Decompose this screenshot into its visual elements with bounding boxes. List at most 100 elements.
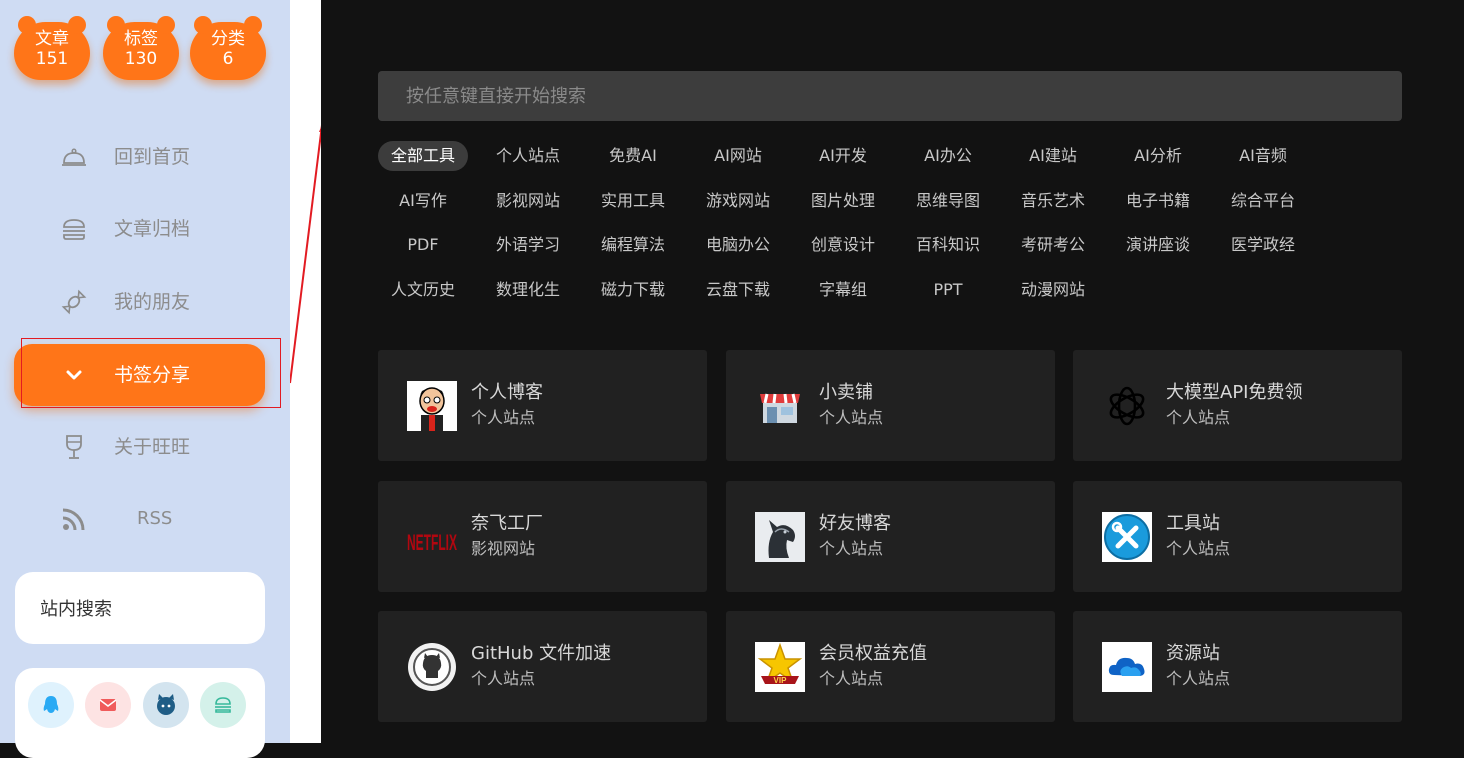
cartoon-avatar-logo: [407, 381, 457, 431]
category-tab[interactable]: AI建站: [1008, 141, 1098, 171]
main-content: 全部工具个人站点免费AIAI网站AI开发AI办公AI建站AI分析AI音频AI写作…: [321, 0, 1464, 743]
site-card[interactable]: 大模型API免费领 个人站点: [1073, 350, 1402, 461]
svg-text:NETFLIX: NETFLIX: [407, 530, 457, 555]
site-title: 会员权益充值: [819, 643, 927, 664]
stat-tags[interactable]: 标签 130: [103, 16, 179, 80]
github-logo: [407, 642, 457, 692]
category-tab[interactable]: 影视网站: [483, 186, 573, 216]
site-card[interactable]: 个人博客 个人站点: [378, 350, 707, 461]
qq-icon[interactable]: [28, 682, 74, 728]
stats-group: 文章 151 标签 130 分类 6: [14, 16, 274, 92]
category-tab[interactable]: AI音频: [1218, 141, 1308, 171]
sidebar-gutter: [290, 0, 321, 743]
site-card[interactable]: 资源站 个人站点: [1073, 611, 1402, 722]
site-card[interactable]: 工具站 个人站点: [1073, 481, 1402, 592]
nav-item-rss[interactable]: RSS: [14, 488, 265, 550]
shop-logo: [755, 381, 805, 431]
openai-logo: [1102, 381, 1152, 431]
site-card[interactable]: VIP 会员权益充值 个人站点: [726, 611, 1055, 722]
nav-label: 关于旺旺: [114, 436, 191, 458]
category-tab[interactable]: 创意设计: [798, 230, 888, 260]
category-tab[interactable]: 编程算法: [588, 230, 678, 260]
sidebar: 文章 151 标签 130 分类 6 回到首页 文章归档 我的朋友 书签分享 关…: [0, 0, 290, 758]
wine-glass-icon: [60, 433, 88, 461]
category-tab[interactable]: AI网站: [693, 141, 783, 171]
nav-item-home[interactable]: 回到首页: [14, 126, 265, 188]
site-category: 个人站点: [819, 669, 884, 688]
category-tab[interactable]: 云盘下载: [693, 275, 783, 305]
category-tab[interactable]: 电脑办公: [693, 230, 783, 260]
sidebar-search-label: 站内搜索: [40, 599, 112, 620]
site-category: 个人站点: [471, 408, 536, 427]
category-tab[interactable]: 图片处理: [798, 186, 888, 216]
site-card[interactable]: 小卖铺 个人站点: [726, 350, 1055, 461]
category-tab[interactable]: AI办公: [903, 141, 993, 171]
site-title: 大模型API免费领: [1166, 382, 1303, 403]
category-tab[interactable]: 个人站点: [483, 141, 573, 171]
category-tab[interactable]: 百科知识: [903, 230, 993, 260]
stat-value: 130: [124, 49, 158, 69]
site-card[interactable]: GitHub 文件加速 个人站点: [378, 611, 707, 722]
nav-label: 我的朋友: [114, 291, 191, 313]
site-title: 个人博客: [471, 382, 543, 403]
nav-label: 回到首页: [114, 146, 191, 168]
category-tab[interactable]: 实用工具: [588, 186, 678, 216]
category-tab[interactable]: AI写作: [378, 186, 468, 216]
site-category: 个人站点: [1166, 539, 1231, 558]
annotation-arrow: [290, 124, 321, 384]
category-tab[interactable]: 游戏网站: [693, 186, 783, 216]
nav-item-about[interactable]: 关于旺旺: [14, 416, 265, 478]
category-tab[interactable]: 综合平台: [1218, 186, 1308, 216]
burger-icon[interactable]: [200, 682, 246, 728]
site-title: 奈飞工厂: [471, 513, 543, 534]
category-tab[interactable]: 医学政经: [1218, 230, 1308, 260]
cloche-icon: [60, 143, 88, 171]
nav-item-friends[interactable]: 我的朋友: [14, 271, 265, 333]
category-tab[interactable]: 数理化生: [483, 275, 573, 305]
vip-star-logo: VIP: [755, 642, 805, 692]
site-title: 资源站: [1166, 643, 1220, 664]
category-tab[interactable]: 字幕组: [798, 275, 888, 305]
burger-icon: [60, 215, 88, 243]
category-tab[interactable]: 免费AI: [588, 141, 678, 171]
site-category: 个人站点: [819, 408, 884, 427]
category-tab[interactable]: 磁力下载: [588, 275, 678, 305]
category-tab[interactable]: PDF: [378, 230, 468, 260]
stat-articles[interactable]: 文章 151: [14, 16, 90, 80]
stat-value: 151: [35, 49, 69, 69]
category-tab[interactable]: 人文历史: [378, 275, 468, 305]
stat-label: 文章: [35, 29, 69, 49]
site-category: 个人站点: [1166, 669, 1231, 688]
tools-logo: [1102, 512, 1152, 562]
category-tab[interactable]: 音乐艺术: [1008, 186, 1098, 216]
stat-value: 6: [222, 49, 234, 69]
annotation-highlight-box: [21, 338, 281, 408]
stat-label: 标签: [124, 29, 158, 49]
site-card[interactable]: 好友博客 个人站点: [726, 481, 1055, 592]
social-links-card: [15, 668, 265, 758]
mail-icon[interactable]: [85, 682, 131, 728]
category-tab[interactable]: 电子书籍: [1113, 186, 1203, 216]
category-tab[interactable]: 思维导图: [903, 186, 993, 216]
category-tab[interactable]: PPT: [903, 275, 993, 305]
sidebar-search-card[interactable]: 站内搜索: [15, 572, 265, 644]
category-tab[interactable]: 全部工具: [378, 141, 468, 171]
category-tab[interactable]: 演讲座谈: [1113, 230, 1203, 260]
category-tab[interactable]: AI开发: [798, 141, 888, 171]
github-icon[interactable]: [143, 682, 189, 728]
category-tab[interactable]: 动漫网站: [1008, 275, 1098, 305]
site-title: GitHub 文件加速: [471, 643, 612, 664]
nav-item-archive[interactable]: 文章归档: [14, 198, 265, 260]
onedrive-logo: [1102, 642, 1152, 692]
stat-label: 分类: [211, 29, 245, 49]
site-title: 好友博客: [819, 513, 891, 534]
category-tab[interactable]: AI分析: [1113, 141, 1203, 171]
nav-label: RSS: [137, 508, 173, 529]
category-tab[interactable]: 外语学习: [483, 230, 573, 260]
rss-icon: [60, 505, 88, 533]
site-title: 工具站: [1166, 513, 1220, 534]
site-card[interactable]: NETFLIX 奈飞工厂 影视网站: [378, 481, 707, 592]
search-input[interactable]: [378, 71, 1402, 121]
category-tab[interactable]: 考研考公: [1008, 230, 1098, 260]
stat-categories[interactable]: 分类 6: [190, 16, 266, 80]
